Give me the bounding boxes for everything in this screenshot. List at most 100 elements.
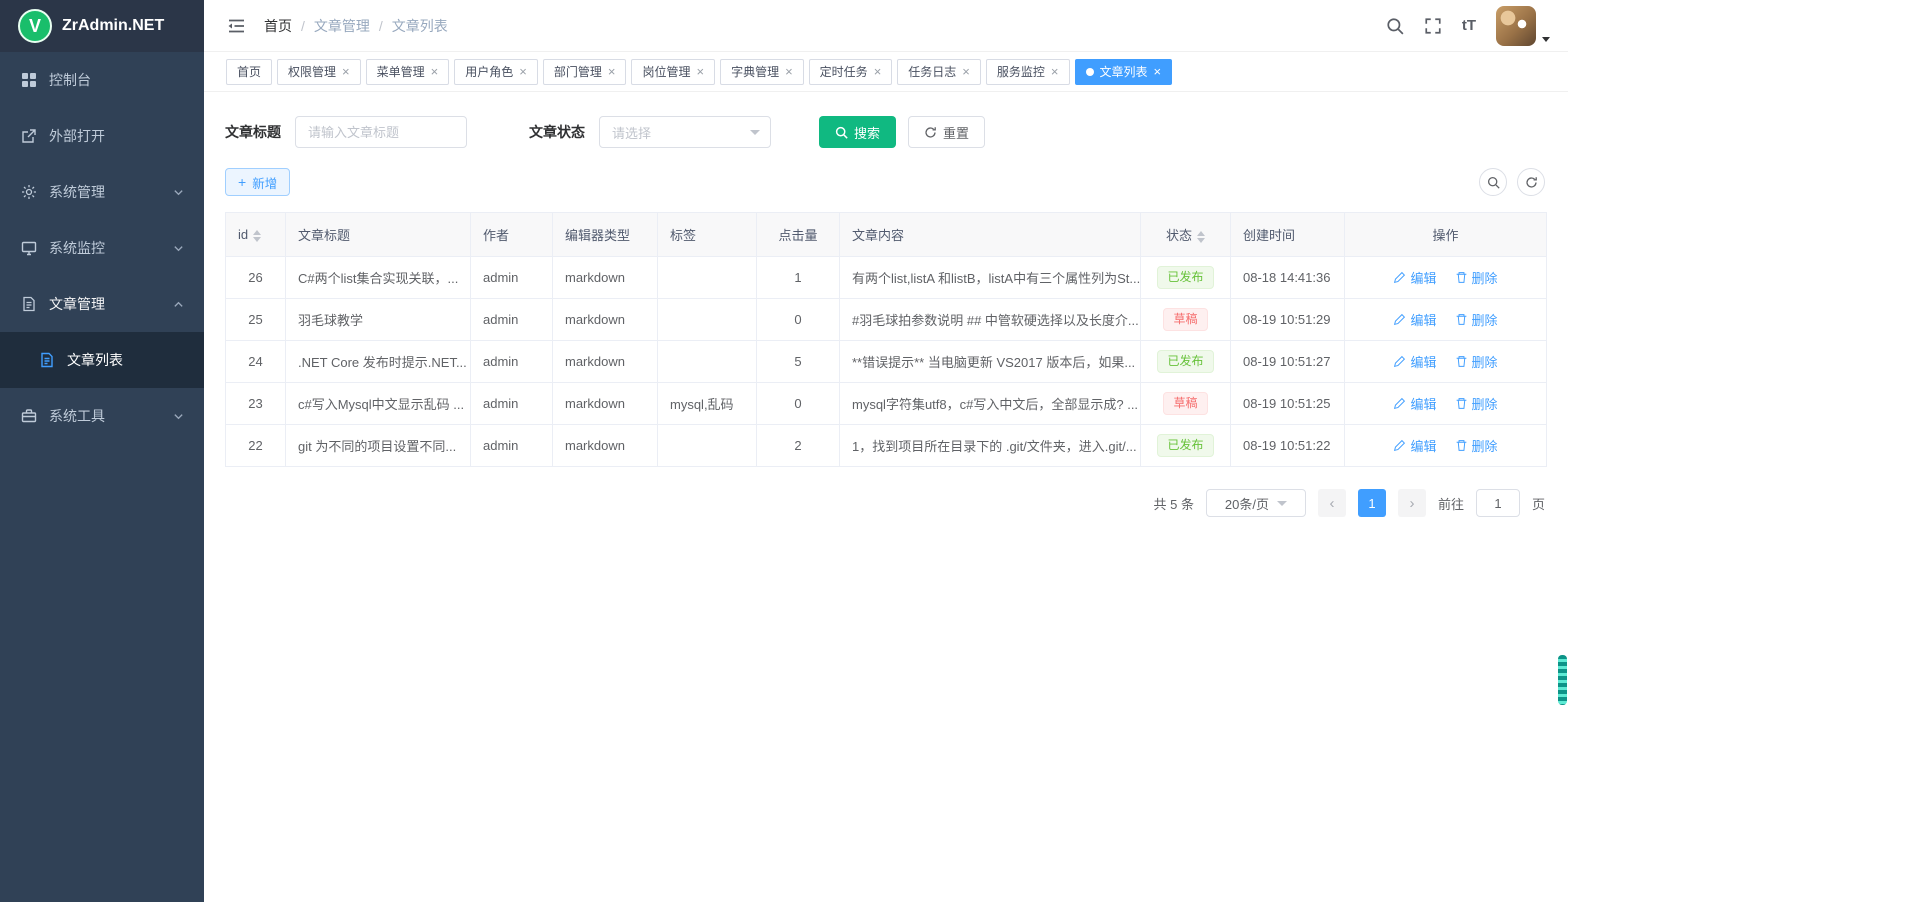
article-title-label: 文章标题	[225, 122, 281, 142]
tab-label: 服务监控	[997, 63, 1045, 80]
delete-button[interactable]: 删除	[1455, 310, 1498, 329]
tab-label: 定时任务	[820, 63, 868, 80]
edit-button[interactable]: 编辑	[1393, 268, 1436, 287]
chevron-down-icon	[750, 130, 760, 135]
sidebar-item-system-tools[interactable]: 系统工具	[0, 388, 204, 444]
cell-content: #羽毛球拍参数说明 ## 中管软硬选择以及长度介...	[840, 299, 1141, 341]
cell-content: 1，找到项目所在目录下的 .git/文件夹，进入.git/...	[840, 425, 1141, 467]
chevron-up-icon	[173, 299, 184, 310]
breadcrumb-item-home[interactable]: 首页	[264, 16, 292, 36]
refresh-button[interactable]	[1517, 168, 1545, 196]
tab-dict-management[interactable]: 字典管理×	[720, 59, 804, 85]
tab-user-roles[interactable]: 用户角色 ×	[454, 59, 538, 85]
tab-department-management[interactable]: 部门管理×	[543, 59, 627, 85]
delete-button[interactable]: 删除	[1455, 268, 1498, 287]
page-size-select[interactable]: 20条/页	[1206, 489, 1306, 517]
article-status-label: 文章状态	[529, 122, 585, 142]
close-icon[interactable]: ×	[874, 65, 882, 78]
article-status-select[interactable]: 请选择	[599, 116, 771, 148]
close-icon[interactable]: ×	[1051, 65, 1059, 78]
user-menu[interactable]	[1496, 6, 1550, 46]
table-header-row: id 文章标题 作者 编辑器类型 标签 点击量 文章内容 状态 创建时间 操作	[226, 213, 1547, 257]
tab-home[interactable]: 首页	[226, 59, 272, 85]
cell-author: admin	[471, 299, 553, 341]
sidebar-item-system-monitor[interactable]: 系统监控	[0, 220, 204, 276]
delete-button[interactable]: 删除	[1455, 436, 1498, 455]
toggle-search-button[interactable]	[1479, 168, 1507, 196]
add-button[interactable]: + 新增	[225, 168, 290, 196]
edit-button[interactable]: 编辑	[1393, 352, 1436, 371]
cell-title: git 为不同的项目设置不同...	[286, 425, 471, 467]
tab-label: 用户角色	[465, 63, 513, 80]
column-header-status[interactable]: 状态	[1141, 213, 1231, 257]
delete-button[interactable]: 删除	[1455, 394, 1498, 413]
search-button[interactable]: 搜索	[819, 116, 896, 148]
sidebar-item-article-management[interactable]: 文章管理	[0, 276, 204, 332]
total-count: 共 5 条	[1154, 494, 1194, 513]
column-header-actions: 操作	[1345, 213, 1547, 257]
sort-icon[interactable]	[253, 230, 261, 242]
sidebar-item-dashboard[interactable]: 控制台	[0, 52, 204, 108]
close-icon[interactable]: ×	[519, 65, 527, 78]
sidebar-item-article-list[interactable]: 文章列表	[0, 332, 204, 388]
prev-page-button[interactable]: ‹	[1318, 489, 1346, 517]
user-avatar[interactable]	[1496, 6, 1536, 46]
search-icon[interactable]	[1386, 17, 1404, 35]
edit-button[interactable]: 编辑	[1393, 436, 1436, 455]
close-icon[interactable]: ×	[785, 65, 793, 78]
column-header-tags: 标签	[658, 213, 757, 257]
filter-form: 文章标题 文章状态 请选择 搜索 重置	[225, 116, 1545, 148]
close-icon[interactable]: ×	[696, 65, 704, 78]
sidebar-item-label: 文章管理	[49, 294, 105, 314]
cell-status: 已发布	[1141, 257, 1231, 299]
app-logo[interactable]: V ZrAdmin.NET	[0, 0, 204, 52]
article-title-input[interactable]	[295, 116, 467, 148]
fullscreen-icon[interactable]	[1424, 17, 1442, 35]
cell-actions: 编辑删除	[1345, 299, 1547, 341]
close-icon[interactable]: ×	[962, 65, 970, 78]
tab-scheduled-tasks[interactable]: 定时任务 ×	[809, 59, 893, 85]
next-page-button[interactable]: ›	[1398, 489, 1426, 517]
close-icon[interactable]: ×	[608, 65, 616, 78]
sidebar-menu: 控制台 外部打开 系统管理 系统监控	[0, 52, 204, 902]
cell-title: 羽毛球教学	[286, 299, 471, 341]
edit-button[interactable]: 编辑	[1393, 394, 1436, 413]
cell-created: 08-19 10:51:27	[1231, 341, 1345, 383]
reset-button[interactable]: 重置	[908, 116, 985, 148]
tab-menu-management[interactable]: 菜单管理×	[366, 59, 450, 85]
font-size-icon[interactable]: tT	[1462, 17, 1476, 34]
column-header-title: 文章标题	[286, 213, 471, 257]
column-header-id[interactable]: id	[226, 213, 286, 257]
topbar: 首页 / 文章管理 / 文章列表 tT	[204, 0, 1568, 52]
sort-icon[interactable]	[1197, 231, 1205, 243]
page-number-button[interactable]: 1	[1358, 489, 1386, 517]
table-toolbar: + 新增	[225, 168, 1545, 196]
cell-tags	[658, 257, 757, 299]
tab-service-monitor[interactable]: 服务监控 ×	[986, 59, 1070, 85]
cell-title: .NET Core 发布时提示.NET...	[286, 341, 471, 383]
sidebar-item-external-open[interactable]: 外部打开	[0, 108, 204, 164]
tab-task-logs[interactable]: 任务日志×	[897, 59, 981, 85]
tab-article-list[interactable]: 文章列表×	[1075, 59, 1173, 85]
breadcrumb-item-article-management[interactable]: 文章管理	[314, 16, 370, 36]
goto-page-input[interactable]	[1476, 489, 1520, 517]
toolbox-icon	[20, 408, 37, 425]
sidebar-item-system-management[interactable]: 系统管理	[0, 164, 204, 220]
edit-button[interactable]: 编辑	[1393, 310, 1436, 329]
cell-actions: 编辑删除	[1345, 257, 1547, 299]
breadcrumb-item-article-list: 文章列表	[392, 16, 448, 36]
table-row: 22 git 为不同的项目设置不同... admin markdown 2 1，…	[226, 425, 1547, 467]
close-icon[interactable]: ×	[431, 65, 439, 78]
scrollbar-thumb[interactable]	[1558, 655, 1567, 705]
delete-button[interactable]: 删除	[1455, 352, 1498, 371]
tab-permission-management[interactable]: 权限管理×	[277, 59, 361, 85]
active-dot-icon	[1086, 68, 1094, 76]
app-window: V ZrAdmin.NET 控制台 外部打开 系统管理	[0, 0, 1568, 902]
main-area: 首页 / 文章管理 / 文章列表 tT	[204, 0, 1568, 902]
dashboard-icon	[20, 72, 37, 89]
close-icon[interactable]: ×	[1154, 65, 1162, 78]
column-header-clicks: 点击量	[757, 213, 840, 257]
collapse-menu-icon[interactable]	[226, 17, 246, 35]
close-icon[interactable]: ×	[342, 65, 350, 78]
tab-post-management[interactable]: 岗位管理×	[631, 59, 715, 85]
